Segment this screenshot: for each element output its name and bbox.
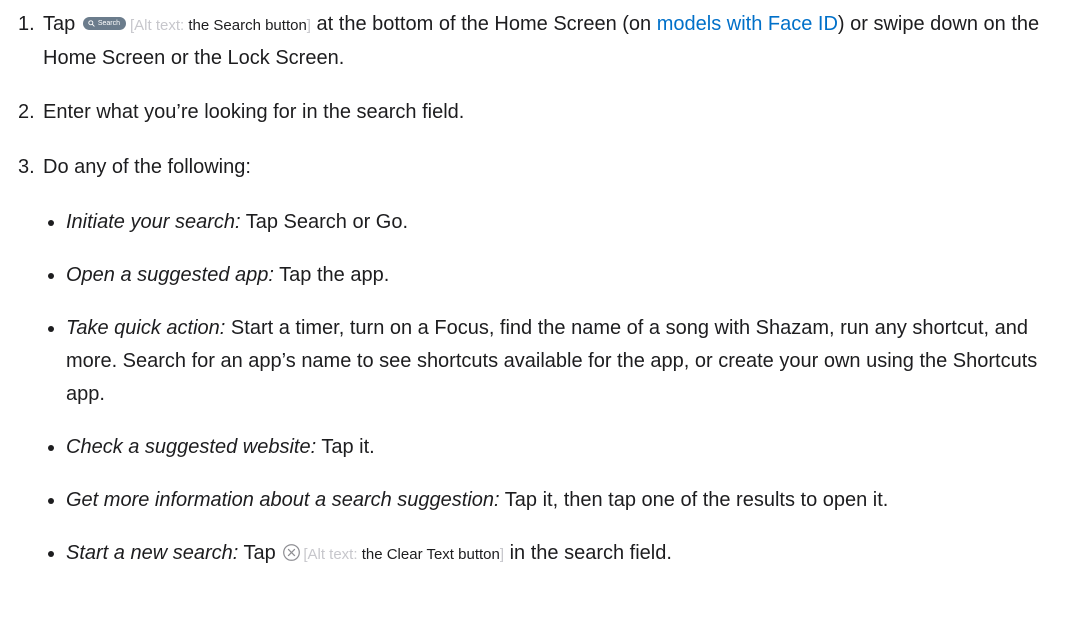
alt-text-description: the Clear Text button — [361, 546, 500, 563]
bullet-text: Tap it, then tap one of the results to o… — [504, 489, 889, 511]
alt-text-description: the Search button — [188, 17, 307, 34]
step-number: 3. — [18, 156, 35, 178]
magnifier-icon — [88, 20, 95, 27]
bullet-text: Tap Search or Go. — [245, 211, 409, 233]
bullet-text-after: in the search field. — [509, 542, 672, 564]
steps-list: 1. Tap Search [Alt text: the Search butto… — [0, 8, 1090, 571]
bullet-term: Take quick action: — [66, 317, 226, 339]
bullet-text-before: Tap — [243, 542, 276, 564]
bullet-term: Initiate your search: — [66, 211, 241, 233]
circled-x-icon — [282, 543, 301, 562]
list-item-open-suggested-app: Open a suggested app: Tap the app. — [0, 259, 1082, 292]
alt-text-prefix: Alt text: — [307, 546, 358, 563]
help-article: 1. Tap Search [Alt text: the Search butto… — [0, 8, 1090, 630]
step-text: Do any of the following: — [43, 156, 251, 178]
search-button-image: Search — [82, 17, 126, 30]
list-item-initiate-search: Initiate your search: Tap Search or Go. — [0, 206, 1082, 239]
alt-text-clear-button: [Alt text: the Clear Text button] — [303, 546, 505, 563]
step-number: 1. — [18, 13, 35, 35]
step-text: Enter what you’re looking for in the sea… — [43, 101, 465, 123]
list-item-get-more-information: Get more information about a search sugg… — [0, 484, 1082, 517]
step-text-before: Tap — [43, 13, 76, 35]
bullet-term: Start a new search: — [66, 542, 239, 564]
bullet-text: Tap the app. — [279, 264, 390, 286]
list-item-check-suggested-website: Check a suggested website: Tap it. — [0, 431, 1082, 464]
alt-text-search-button: [Alt text: the Search button] — [130, 17, 311, 34]
alt-text-prefix: Alt text: — [134, 17, 185, 34]
step-number: 2. — [18, 101, 35, 123]
models-with-face-id-link[interactable]: models with Face ID — [657, 13, 838, 35]
bullet-term: Open a suggested app: — [66, 264, 274, 286]
list-item-take-quick-action: Take quick action: Start a timer, turn o… — [0, 312, 1082, 411]
step-text-after: at the bottom of the Home Screen (on — [316, 13, 652, 35]
bullet-text: Tap it. — [321, 436, 375, 458]
step-1: 1. Tap Search [Alt text: the Search butto… — [0, 8, 1090, 75]
options-list: Initiate your search: Tap Search or Go. … — [0, 206, 1082, 571]
step-3: 3. Do any of the following: Initiate you… — [0, 151, 1090, 571]
search-pill-label: Search — [97, 20, 120, 27]
bullet-term: Get more information about a search sugg… — [66, 489, 500, 511]
bullet-term: Check a suggested website: — [66, 436, 317, 458]
step-2: 2. Enter what you’re looking for in the … — [0, 96, 1090, 129]
list-item-start-new-search: Start a new search: Tap [Alt text: the C… — [0, 537, 1082, 571]
